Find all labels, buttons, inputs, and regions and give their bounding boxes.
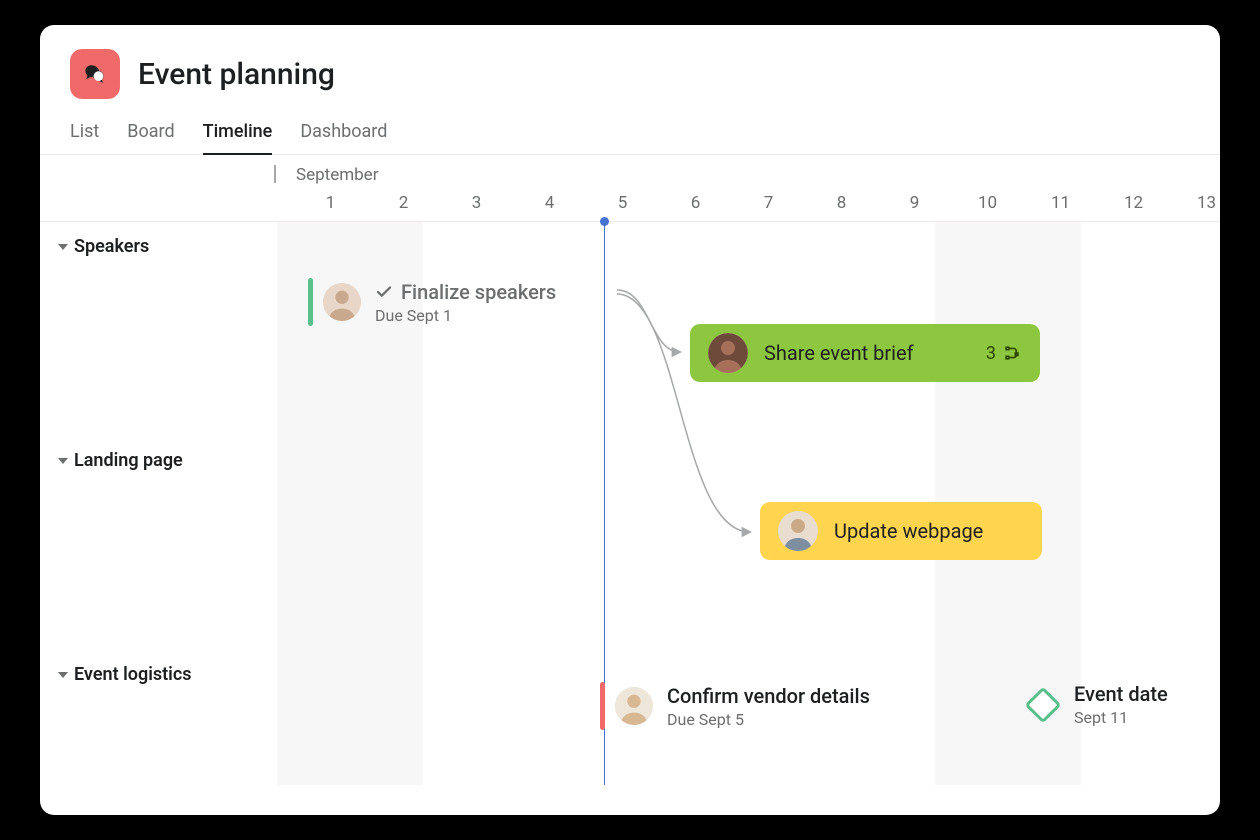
day-7: 7 [732, 193, 805, 213]
day-5: 5 [586, 193, 659, 213]
tab-timeline[interactable]: Timeline [203, 113, 273, 154]
day-11: 11 [1024, 193, 1097, 213]
day-6: 6 [659, 193, 732, 213]
app-window: Event planning List Board Timeline Dashb… [40, 25, 1220, 815]
caret-down-icon [58, 458, 68, 464]
task-handle [600, 682, 605, 730]
milestone-diamond-icon [1025, 686, 1062, 723]
tab-list[interactable]: List [70, 113, 99, 154]
task-update-webpage[interactable]: Update webpage [760, 502, 1042, 560]
project-icon [70, 49, 120, 99]
project-header: Event planning [40, 25, 1220, 113]
timeline-body: September 1 2 3 4 5 6 7 8 9 10 11 12 13 … [40, 155, 1220, 785]
assignee-avatar [778, 511, 818, 551]
task-title: Update webpage [834, 519, 983, 543]
task-due: Due Sept 5 [667, 710, 870, 729]
milestone-event-date[interactable]: Event date Sept 11 [1030, 682, 1168, 727]
day-13: 13 [1170, 193, 1220, 213]
day-4: 4 [513, 193, 586, 213]
task-title: Share event brief [764, 341, 914, 365]
section-event-logistics[interactable]: Event logistics [40, 650, 191, 699]
task-handle [308, 278, 313, 326]
section-speakers-label: Speakers [74, 236, 149, 257]
day-2: 2 [367, 193, 440, 213]
caret-down-icon [58, 672, 68, 678]
day-1: 1 [294, 193, 367, 213]
section-landing-page-label: Landing page [74, 450, 183, 471]
assignee-avatar [708, 333, 748, 373]
day-3: 3 [440, 193, 513, 213]
day-12: 12 [1097, 193, 1170, 213]
task-title: Confirm vendor details [667, 684, 870, 708]
task-finalize-speakers[interactable]: Finalize speakers Due Sept 1 [308, 278, 556, 326]
section-landing-page[interactable]: Landing page [40, 436, 183, 485]
subtask-badge: 3 [986, 343, 1022, 364]
task-due: Due Sept 1 [375, 306, 556, 325]
milestone-title: Event date [1074, 682, 1168, 706]
milestone-date: Sept 11 [1074, 708, 1168, 727]
tab-board[interactable]: Board [127, 113, 174, 154]
project-title: Event planning [138, 57, 335, 92]
section-speakers[interactable]: Speakers [40, 222, 149, 271]
subtask-icon [1002, 343, 1022, 363]
day-10: 10 [951, 193, 1024, 213]
timeline-area[interactable]: Speakers Finalize speakers Due Sept 1 [40, 221, 1220, 785]
task-title: Finalize speakers [375, 280, 556, 304]
month-label: September [296, 165, 378, 185]
section-event-logistics-label: Event logistics [74, 664, 191, 685]
tab-dashboard[interactable]: Dashboard [300, 113, 387, 154]
assignee-avatar [323, 283, 361, 321]
assignee-avatar [615, 687, 653, 725]
day-9: 9 [878, 193, 951, 213]
day-header: 1 2 3 4 5 6 7 8 9 10 11 12 13 [40, 193, 1220, 221]
check-icon [375, 283, 393, 301]
view-tabs: List Board Timeline Dashboard [40, 113, 1220, 155]
task-confirm-vendor[interactable]: Confirm vendor details Due Sept 5 [600, 682, 870, 730]
caret-down-icon [58, 244, 68, 250]
task-share-event-brief[interactable]: Share event brief 3 [690, 324, 1040, 382]
day-8: 8 [805, 193, 878, 213]
